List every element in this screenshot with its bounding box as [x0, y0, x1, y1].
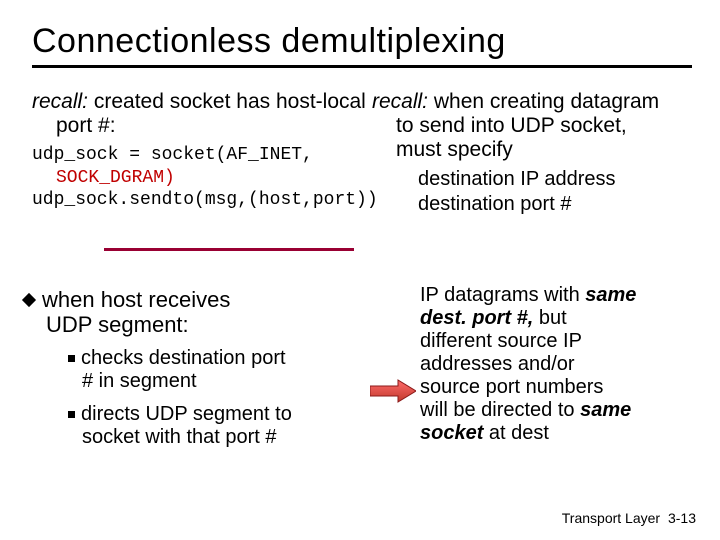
sub-dest-ip: destination IP address — [418, 168, 720, 191]
square-bullet-icon — [68, 355, 75, 362]
recall-right-sublist: destination IP address destination port … — [372, 168, 720, 216]
footer-page: 3-13 — [668, 510, 696, 526]
square-bullet-icon-2 — [68, 411, 75, 418]
recall-right-line1: recall: when creating datagram — [372, 90, 720, 114]
br-l1a: IP datagrams with — [420, 284, 585, 306]
bl-main: when host receives UDP segment: — [24, 288, 354, 337]
bottom-right-block: IP datagrams with same dest. port #, but… — [420, 284, 700, 445]
recall-right-line2: to send into UDP socket, — [372, 114, 720, 138]
upper-row: recall: created socket has host-local po… — [32, 90, 692, 240]
code-line-2: udp_sock.sendto(msg,(host,port)) — [32, 189, 392, 212]
code-1b: SOCK_DGRAM) — [56, 168, 175, 188]
br-l1b: same — [585, 284, 636, 306]
bl-sub-1b: # in segment — [68, 370, 354, 393]
sub-dest-port: destination port # — [418, 193, 720, 216]
br-l6: will be directed to same — [420, 399, 700, 422]
br-l2a: dest. port #, — [420, 307, 533, 329]
diamond-bullet-icon — [22, 293, 36, 307]
recall-right-block: recall: when creating datagram to send i… — [372, 90, 720, 216]
code-1a: udp_sock = socket(AF_INET, — [32, 145, 313, 165]
bl-main-2: UDP segment: — [24, 313, 354, 338]
code-block: udp_sock = socket(AF_INET, SOCK_DGRAM) u… — [32, 144, 392, 212]
br-l5: source port numbers — [420, 376, 700, 399]
slide: Connectionless demultiplexing recall: cr… — [0, 0, 720, 540]
bl-main-1: when host receives — [42, 287, 230, 312]
br-l2: dest. port #, but — [420, 307, 700, 330]
arrow-icon — [370, 378, 416, 404]
recall-prefix: recall: — [32, 90, 88, 113]
recall-prefix-r: recall: — [372, 90, 428, 113]
recall-left-text: created socket has host-local — [88, 90, 366, 113]
code-line-1: udp_sock = socket(AF_INET, — [32, 144, 392, 167]
recall-left-line1: recall: created socket has host-local — [32, 90, 392, 114]
br-l6b: same — [580, 399, 631, 421]
br-l1: IP datagrams with same — [420, 284, 700, 307]
br-l7a: socket — [420, 422, 483, 444]
divider-line — [104, 248, 354, 251]
recall-right-text: when creating datagram — [428, 90, 659, 113]
code-line-1b: SOCK_DGRAM) — [32, 167, 392, 190]
br-l2b: but — [533, 307, 566, 329]
br-l3: different source IP — [420, 330, 700, 353]
bl-sub-2: directs UDP segment to socket with that … — [24, 403, 354, 449]
footer: Transport Layer 3-13 — [562, 510, 696, 526]
br-l7: socket at dest — [420, 422, 700, 445]
br-l7b: at dest — [483, 422, 549, 444]
recall-left-block: recall: created socket has host-local po… — [32, 90, 392, 212]
br-l6a: will be directed to — [420, 399, 580, 421]
recall-right-line3: must specify — [372, 138, 720, 162]
slide-title: Connectionless demultiplexing — [32, 22, 692, 68]
recall-left-port: port #: — [32, 114, 392, 138]
br-l4: addresses and/or — [420, 353, 700, 376]
bl-sub-1a: checks destination port — [81, 347, 286, 369]
footer-label: Transport Layer — [562, 510, 660, 526]
bl-sub-2b: socket with that port # — [68, 426, 354, 449]
bl-sub-1: checks destination port # in segment — [24, 347, 354, 393]
bl-sub-2a: directs UDP segment to — [81, 403, 292, 425]
bottom-left-block: when host receives UDP segment: checks d… — [24, 288, 354, 449]
